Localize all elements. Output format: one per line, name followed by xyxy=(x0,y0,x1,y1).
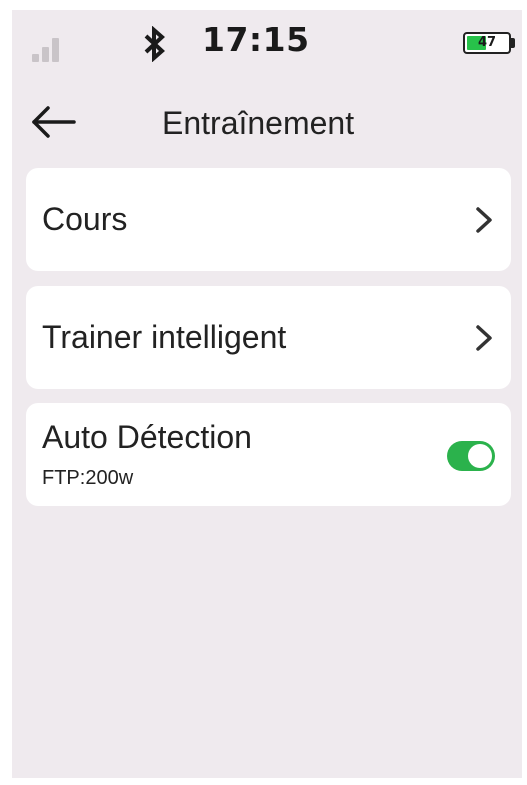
signal-bars-icon xyxy=(32,34,66,62)
chevron-right-icon xyxy=(476,207,492,233)
chevron-right-icon xyxy=(476,325,492,351)
auto-detection-toggle[interactable] xyxy=(447,441,495,471)
menu-item-trainer-intelligent[interactable]: Trainer intelligent xyxy=(26,286,511,389)
page-title: Entraînement xyxy=(162,105,355,141)
menu-item-cours[interactable]: Cours xyxy=(26,168,511,271)
page-header: Entraînement xyxy=(12,90,522,154)
auto-detection-row: Auto Détection FTP:200w xyxy=(26,403,511,506)
menu-item-label: Cours xyxy=(42,201,128,237)
auto-detection-label: Auto Détection xyxy=(42,419,252,455)
back-arrow-icon[interactable] xyxy=(28,100,78,144)
toggle-knob xyxy=(468,444,492,468)
menu-item-label: Trainer intelligent xyxy=(42,319,287,355)
bluetooth-icon xyxy=(144,26,165,62)
battery-icon: 47 xyxy=(463,32,511,54)
clock-time: 17:15 xyxy=(202,20,310,59)
app-screen: 17:15 47 Entraînement Cours Trainer inte… xyxy=(12,10,522,778)
ftp-value: FTP:200w xyxy=(42,467,134,489)
battery-level-text: 47 xyxy=(477,35,497,50)
battery-tip xyxy=(510,38,515,48)
status-bar: 17:15 47 xyxy=(12,10,522,74)
